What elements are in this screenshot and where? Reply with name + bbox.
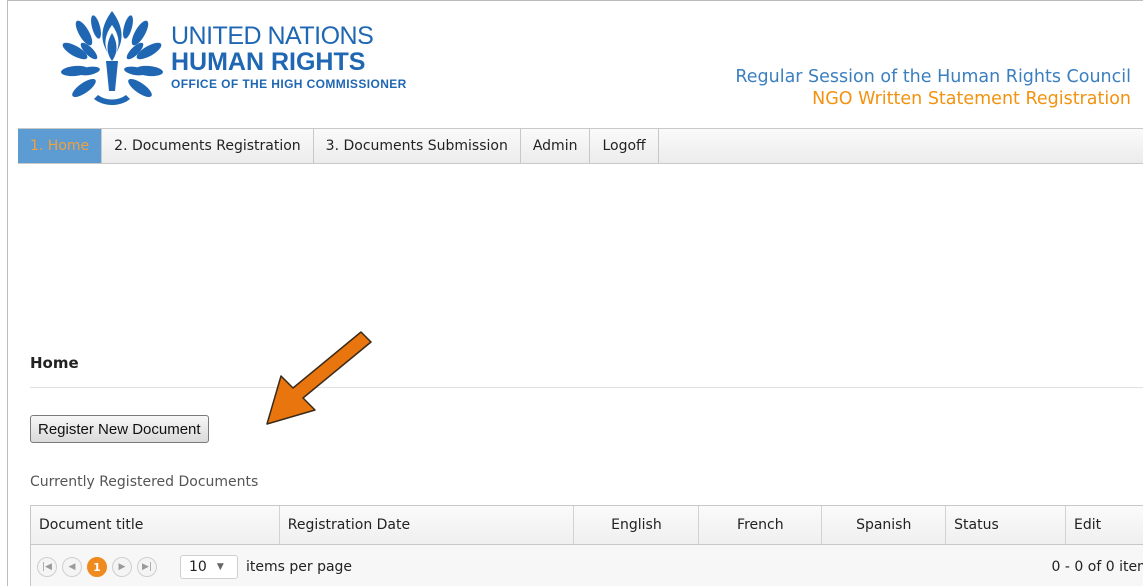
app-frame: UNITED NATIONS HUMAN RIGHTS OFFICE OF TH… (7, 0, 1143, 586)
logo-line-office: OFFICE OF THE HIGH COMMISSIONER (171, 77, 407, 91)
page-size-select[interactable]: 10 ▼ (180, 555, 238, 579)
last-page-icon[interactable]: ▶| (137, 557, 157, 577)
column-edit[interactable]: Edit (1066, 506, 1143, 544)
page-title: Home (30, 354, 79, 372)
register-new-document-button[interactable]: Register New Document (30, 415, 209, 443)
header-titles: Regular Session of the Human Rights Coun… (735, 66, 1131, 110)
logo-line-united-nations: UNITED NATIONS (171, 22, 374, 50)
current-page[interactable]: 1 (87, 557, 107, 577)
column-registration-date[interactable]: Registration Date (280, 506, 575, 544)
chevron-down-icon: ▼ (216, 562, 224, 572)
prev-page-icon[interactable]: ◀ (62, 557, 82, 577)
nav-documents-registration[interactable]: 2. Documents Registration (102, 129, 314, 163)
column-document-title[interactable]: Document title (31, 506, 280, 544)
items-per-page-label: items per page (246, 559, 353, 575)
grid-pager: |◀ ◀ 1 ▶ ▶| 10 ▼ items per page 0 - 0 of… (31, 545, 1143, 586)
column-french[interactable]: French (699, 506, 823, 544)
nav-documents-submission[interactable]: 3. Documents Submission (314, 129, 521, 163)
un-laurel-icon (61, 11, 163, 105)
items-range: 0 - 0 of 0 items (1051, 559, 1143, 575)
logo-line-human-rights: HUMAN RIGHTS (171, 48, 366, 76)
app-subtitle: NGO Written Statement Registration (812, 89, 1131, 109)
registered-documents-label: Currently Registered Documents (30, 474, 259, 490)
logo-text: UNITED NATIONS HUMAN RIGHTS OFFICE OF TH… (171, 23, 407, 92)
column-english[interactable]: English (574, 506, 700, 544)
column-spanish[interactable]: Spanish (822, 506, 947, 544)
nav-logoff[interactable]: Logoff (590, 129, 659, 163)
nav-admin[interactable]: Admin (521, 129, 591, 163)
page-size-value: 10 (189, 559, 207, 575)
arrow-icon (266, 331, 372, 425)
session-title: Regular Session of the Human Rights Coun… (735, 67, 1131, 87)
title-divider (30, 387, 1143, 388)
first-page-icon[interactable]: |◀ (37, 557, 57, 577)
main-nav: 1. Home 2. Documents Registration 3. Doc… (18, 128, 1143, 164)
column-status[interactable]: Status (946, 506, 1067, 544)
nav-home[interactable]: 1. Home (18, 129, 103, 163)
next-page-icon[interactable]: ▶ (112, 557, 132, 577)
documents-grid: Document title Registration Date English… (30, 505, 1143, 586)
grid-header: Document title Registration Date English… (31, 506, 1143, 545)
